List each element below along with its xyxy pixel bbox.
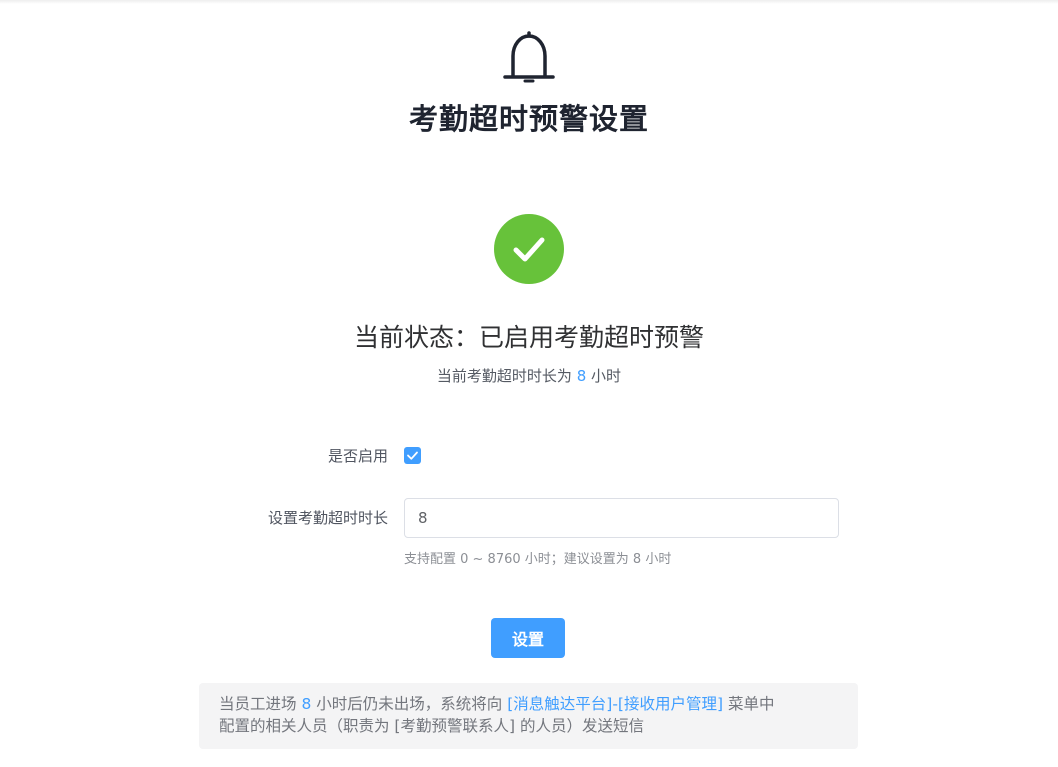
notice-menu-link[interactable]: [消息触达平台]-[接收用户管理] — [507, 695, 723, 713]
notice-line-2: 配置的相关人员（职责为 [考勤预警联系人] 的人员）发送短信 — [219, 717, 644, 735]
checkmark-icon — [407, 451, 418, 460]
set-button[interactable]: 设置 — [491, 618, 565, 658]
notice-text-1: 当员工进场 — [219, 695, 297, 713]
page-title: 考勤超时预警设置 — [408, 102, 649, 136]
status-desc-prefix: 当前考勤超时时长为 — [436, 367, 572, 385]
enabled-checkbox[interactable] — [404, 447, 421, 464]
top-shadow — [0, 0, 1058, 4]
duration-label: 设置考勤超时时长 — [267, 509, 388, 527]
duration-input[interactable] — [404, 498, 839, 538]
status-description: 当前考勤超时时长为 8 小时 — [0, 365, 1058, 386]
notice-text-2: 小时后仍未出场，系统将向 — [316, 695, 503, 713]
notice-hours-value: 8 — [301, 695, 312, 713]
check-circle-icon — [494, 214, 564, 284]
status-hours-value: 8 — [576, 367, 587, 385]
page-header: 考勤超时预警设置 — [0, 30, 1058, 138]
notice-text-3: 菜单中 — [727, 695, 775, 713]
status-desc-suffix: 小时 — [591, 367, 622, 385]
status-title: 当前状态：已启用考勤超时预警 — [353, 323, 704, 352]
bell-icon — [503, 30, 555, 84]
duration-hint: 支持配置 0 ~ 8760 小时；建议设置为 8 小时 — [404, 552, 672, 567]
notice-box: 当员工进场 8 小时后仍未出场，系统将向 [消息触达平台]-[接收用户管理] 菜… — [199, 683, 858, 749]
notice-line-1: 当员工进场 8 小时后仍未出场，系统将向 [消息触达平台]-[接收用户管理] 菜… — [219, 693, 838, 715]
enabled-label: 是否启用 — [327, 447, 388, 465]
